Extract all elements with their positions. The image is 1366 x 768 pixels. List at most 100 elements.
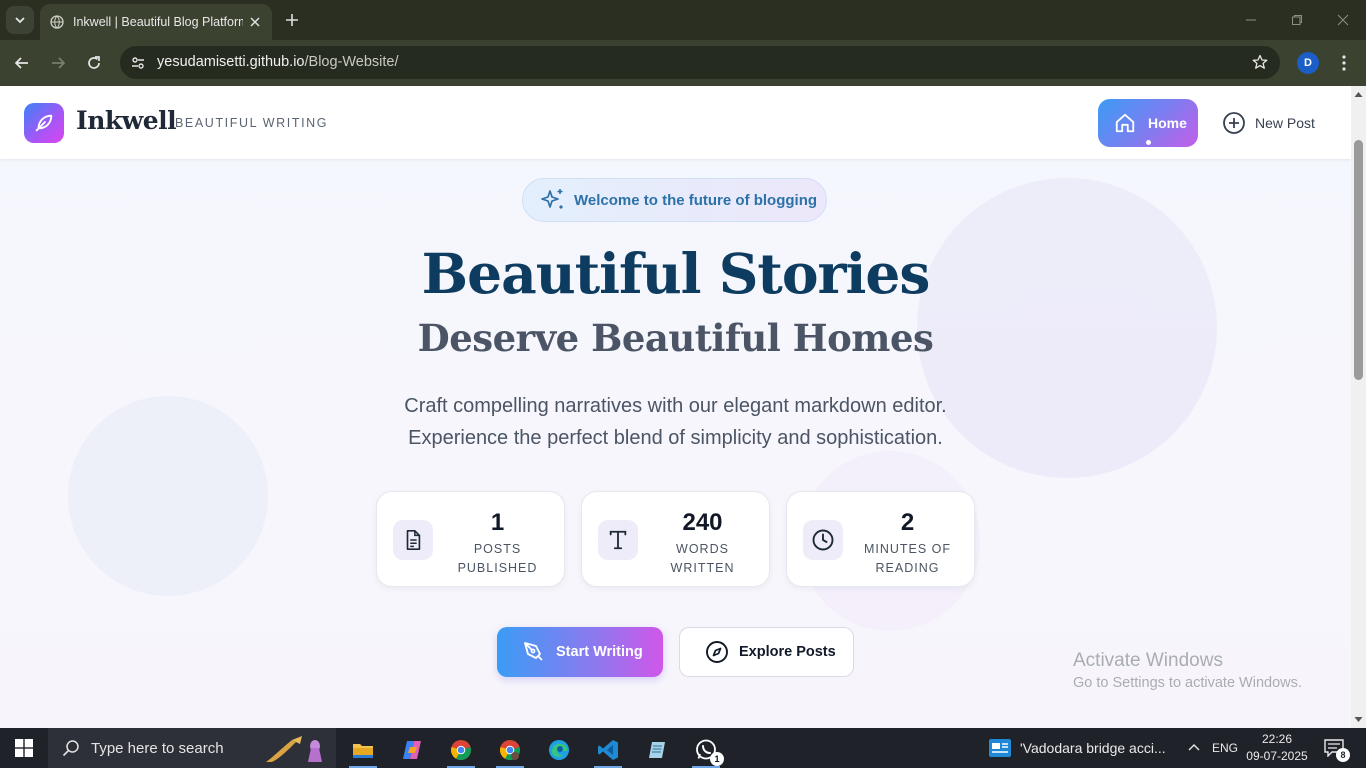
stat-value: 240 xyxy=(682,509,723,536)
tab-title: Inkwell | Beautiful Blog Platform xyxy=(73,15,243,29)
clock-icon xyxy=(803,520,843,560)
scrollbar-thumb[interactable] xyxy=(1354,140,1363,380)
watermark-title: Activate Windows xyxy=(1073,650,1223,671)
taskbar-chrome-profile-1[interactable] xyxy=(441,732,481,768)
plus-icon xyxy=(286,14,298,26)
explore-posts-button[interactable]: Explore Posts xyxy=(679,627,854,677)
reload-button[interactable] xyxy=(84,53,104,73)
windows-logo-icon xyxy=(15,739,33,757)
watermark-subtitle: Go to Settings to activate Windows. xyxy=(1073,675,1302,691)
profile-avatar[interactable]: D xyxy=(1297,52,1319,74)
stat-caption: MINUTES OF READING xyxy=(849,540,966,578)
chrome-icon xyxy=(500,740,520,761)
stat-value: 1 xyxy=(490,509,505,536)
taskbar-search-box[interactable]: Type here to search xyxy=(48,728,336,768)
restore-window-button[interactable] xyxy=(1287,10,1307,30)
reload-icon xyxy=(88,56,100,69)
globe-icon xyxy=(50,15,64,29)
minimize-window-button[interactable] xyxy=(1241,10,1261,30)
stat-caption: WORDS WRITTEN xyxy=(644,540,761,578)
browser-menu-icon[interactable] xyxy=(1334,52,1354,74)
taskbar-chrome-profile-2[interactable] xyxy=(490,732,530,768)
forward-button[interactable] xyxy=(48,53,68,73)
browser-tab-strip: Inkwell | Beautiful Blog Platform xyxy=(0,0,1366,40)
scroll-up-icon[interactable] xyxy=(1354,90,1363,98)
taskbar-whatsapp[interactable]: 1 xyxy=(686,732,726,768)
close-icon xyxy=(1337,14,1349,26)
chevron-up-icon xyxy=(1188,744,1200,751)
compass-icon xyxy=(706,641,728,663)
url-path: /Blog-Website/ xyxy=(304,54,399,70)
taskbar-notepad[interactable] xyxy=(637,732,677,768)
restore-icon xyxy=(1292,15,1302,25)
sparkles-icon xyxy=(541,189,563,209)
stat-caption-line: READING xyxy=(875,561,940,575)
hero-description: Craft compelling narratives with our ele… xyxy=(0,390,1351,454)
site-info-icon[interactable] xyxy=(128,53,148,73)
copilot-icon xyxy=(403,741,421,759)
arrow-left-icon xyxy=(14,57,28,69)
system-clock[interactable]: 22:26 09-07-2025 xyxy=(1246,731,1308,765)
hero-description-line: Experience the perfect blend of simplici… xyxy=(408,427,943,449)
chevron-down-icon xyxy=(15,17,25,24)
notification-center-button[interactable]: 8 xyxy=(1322,737,1350,762)
stat-card-reading: 2 MINUTES OF READING xyxy=(786,491,975,587)
stat-card-words: 240 WORDS WRITTEN xyxy=(581,491,770,587)
browser-tab-active[interactable]: Inkwell | Beautiful Blog Platform xyxy=(40,4,272,40)
edge-icon xyxy=(549,740,569,760)
nav-new-post-button[interactable]: New Post xyxy=(1222,110,1315,136)
stat-value: 2 xyxy=(900,509,915,536)
start-writing-button[interactable]: Start Writing xyxy=(497,627,663,677)
start-writing-label: Start Writing xyxy=(556,644,643,660)
nav-new-post-label: New Post xyxy=(1255,115,1315,131)
news-widget[interactable]: 'Vadodara bridge acci... xyxy=(988,728,1166,768)
search-icon xyxy=(62,740,79,757)
stat-caption-line: MINUTES OF xyxy=(863,542,952,556)
show-hidden-icons[interactable] xyxy=(1186,740,1202,756)
start-button[interactable] xyxy=(0,728,48,768)
address-bar[interactable]: yesudamisetti.github.io/Blog-Website/ xyxy=(120,46,1280,79)
nav-home-button[interactable]: Home xyxy=(1098,99,1198,147)
chrome-icon xyxy=(451,740,471,761)
brand-name[interactable]: Inkwell xyxy=(76,106,177,135)
activate-windows-watermark: Activate Windows Go to Settings to activ… xyxy=(1073,650,1302,691)
stat-caption-line: POSTS xyxy=(473,542,522,556)
vscode-icon xyxy=(598,740,618,760)
welcome-badge: Welcome to the future of blogging xyxy=(522,178,827,222)
page-scrollbar[interactable] xyxy=(1351,86,1366,728)
arrow-right-icon xyxy=(52,57,66,69)
brand-tagline: BEAUTIFUL WRITING xyxy=(175,116,329,130)
close-window-button[interactable] xyxy=(1333,10,1353,30)
stat-caption-line: PUBLISHED xyxy=(457,561,538,575)
nav-home-label: Home xyxy=(1148,115,1187,131)
taskbar-copilot[interactable] xyxy=(392,732,432,768)
notepad-icon xyxy=(649,742,665,758)
active-indicator-dot xyxy=(1146,140,1151,145)
bookmark-star-icon[interactable] xyxy=(1250,52,1270,72)
explore-posts-label: Explore Posts xyxy=(739,644,836,660)
minimize-icon xyxy=(1246,19,1256,21)
back-button[interactable] xyxy=(12,53,32,73)
language-indicator[interactable]: ENG xyxy=(1212,741,1238,755)
taskbar-vscode[interactable] xyxy=(588,732,628,768)
logo-feather-icon[interactable] xyxy=(24,103,64,143)
site-header: Inkwell BEAUTIFUL WRITING Home New Post xyxy=(0,86,1351,159)
clock-date: 09-07-2025 xyxy=(1246,749,1308,763)
close-tab-icon[interactable] xyxy=(246,13,264,31)
folder-icon xyxy=(353,744,373,758)
news-icon xyxy=(989,739,1011,757)
document-icon xyxy=(393,520,433,560)
url-text: yesudamisetti.github.io/Blog-Website/ xyxy=(157,54,399,70)
scroll-down-icon[interactable] xyxy=(1354,716,1363,724)
new-tab-button[interactable] xyxy=(282,10,302,30)
plus-circle-icon xyxy=(1223,112,1245,134)
tab-search-button[interactable] xyxy=(6,6,34,34)
stat-caption-line: WORDS xyxy=(676,542,729,556)
text-type-icon xyxy=(598,520,638,560)
windows-taskbar: Type here to search 1 'Vadodara bridge a… xyxy=(0,728,1366,768)
home-icon xyxy=(1115,113,1135,133)
taskbar-file-explorer[interactable] xyxy=(343,732,383,768)
search-highlight-image xyxy=(266,736,322,762)
whatsapp-badge: 1 xyxy=(710,752,724,766)
taskbar-edge[interactable] xyxy=(539,732,579,768)
